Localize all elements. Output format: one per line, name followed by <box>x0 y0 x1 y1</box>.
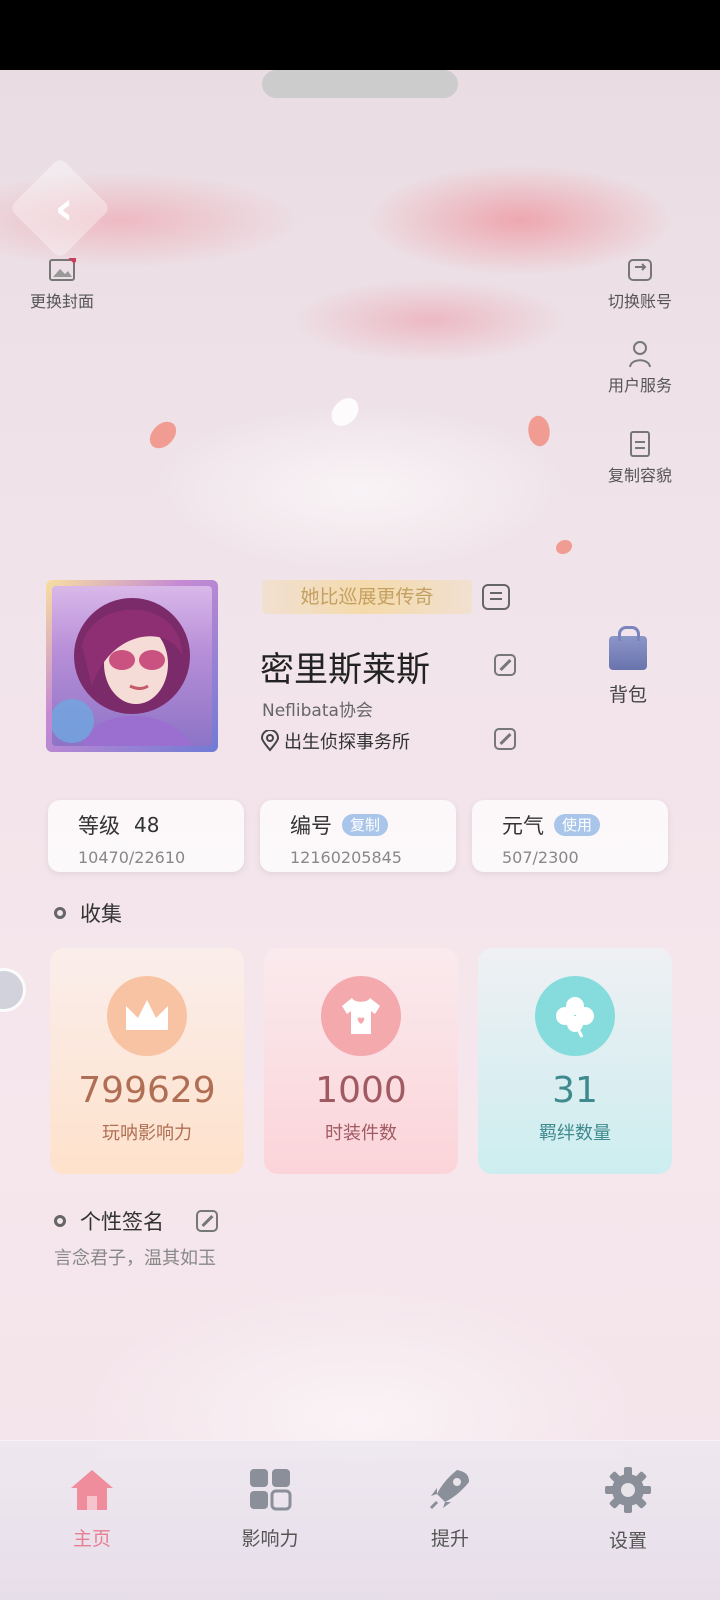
energy-card: 元气 使用 507/2300 <box>472 800 668 872</box>
bond-count-label: 羁绊数量 <box>539 1123 611 1144</box>
petal-decoration <box>326 394 364 430</box>
bag-label: 背包 <box>608 684 647 706</box>
copy-outfit-label: 复制容貌 <box>608 466 673 485</box>
status-bar <box>0 0 720 70</box>
edit-location-icon[interactable] <box>494 728 516 750</box>
bond-count-value: 31 <box>552 1070 598 1111</box>
collection-title: 收集 <box>80 902 122 926</box>
user-service-button[interactable]: 用户服务 <box>608 340 672 396</box>
rocket-icon <box>429 1470 469 1510</box>
signature-text: 言念君子，温其如玉 <box>54 1248 216 1269</box>
location-pin-icon <box>260 730 280 752</box>
level-progress: 10470/22610 <box>78 848 186 867</box>
change-cover-label: 更换封面 <box>30 292 95 311</box>
level-card: 等级 48 10470/22610 <box>48 800 244 872</box>
tab-influence-label: 影响力 <box>241 1528 299 1550</box>
level-value: 48 <box>134 813 160 837</box>
user-icon <box>625 340 655 368</box>
player-name: 密里斯莱斯 <box>260 650 430 690</box>
chat-icon[interactable] <box>482 584 510 610</box>
tshirt-icon <box>321 976 401 1056</box>
influence-card[interactable]: 799629 玩呐影响力 <box>50 948 244 1174</box>
tab-upgrade[interactable]: 提升 <box>390 1466 510 1551</box>
location-text: 出生侦探事务所 <box>284 732 410 753</box>
id-card: 编号 复制 12160205845 <box>260 800 456 872</box>
energy-label: 元气 <box>502 814 544 838</box>
collection-header: 收集 <box>54 898 122 928</box>
bag-button[interactable]: 背包 <box>600 626 656 707</box>
avatar[interactable] <box>46 580 218 752</box>
guild-name: Neflibata协会 <box>262 701 373 721</box>
use-energy-button[interactable]: 使用 <box>554 814 601 836</box>
outfit-count-label: 时装件数 <box>325 1123 397 1144</box>
bag-icon <box>609 626 647 670</box>
location-row: 出生侦探事务所 <box>260 728 410 754</box>
switch-account-label: 切换账号 <box>608 292 673 311</box>
user-service-label: 用户服务 <box>608 376 673 395</box>
id-value: 12160205845 <box>290 848 402 867</box>
change-cover-button[interactable]: 更换封面 <box>30 256 94 312</box>
petal-decoration <box>523 413 555 449</box>
signature-header: 个性签名 <box>54 1206 164 1236</box>
outfit-count-value: 1000 <box>315 1070 407 1111</box>
tab-influence[interactable]: 影响力 <box>210 1466 330 1551</box>
level-label: 等级 <box>78 814 120 838</box>
influence-label: 玩呐影响力 <box>102 1123 192 1144</box>
outfit-count-card[interactable]: 1000 时装件数 <box>264 948 458 1174</box>
id-label: 编号 <box>290 814 332 838</box>
tab-settings-label: 设置 <box>608 1530 647 1552</box>
copy-id-button[interactable]: 复制 <box>342 814 389 836</box>
document-icon <box>625 430 655 458</box>
gear-icon <box>605 1467 651 1513</box>
edit-name-icon[interactable] <box>494 654 516 676</box>
tab-home[interactable]: 主页 <box>32 1466 152 1551</box>
image-icon <box>47 256 77 284</box>
influence-value: 799629 <box>78 1070 216 1111</box>
energy-value: 507/2300 <box>502 848 579 867</box>
petal-decoration <box>145 416 181 454</box>
petal-decoration <box>556 540 572 554</box>
title-tag[interactable]: 她比巡展更传奇 <box>262 580 472 614</box>
tab-home-label: 主页 <box>72 1528 111 1550</box>
bullet-icon <box>54 1215 66 1227</box>
back-button[interactable]: ‹ <box>34 178 94 238</box>
bullet-icon <box>54 907 66 919</box>
home-icon <box>71 1470 113 1510</box>
copy-outfit-button[interactable]: 复制容貌 <box>608 430 672 486</box>
tab-upgrade-label: 提升 <box>430 1528 469 1550</box>
switch-account-button[interactable]: 切换账号 <box>608 256 672 312</box>
avatar-portrait <box>52 586 212 746</box>
tab-settings[interactable]: 设置 <box>568 1466 688 1553</box>
clover-icon <box>535 976 615 1056</box>
crown-icon <box>107 976 187 1056</box>
edit-signature-icon[interactable] <box>196 1210 218 1232</box>
switch-icon <box>625 256 655 284</box>
grid-icon <box>250 1469 292 1511</box>
system-pill <box>262 70 458 98</box>
signature-title: 个性签名 <box>80 1210 164 1234</box>
bond-count-card[interactable]: 31 羁绊数量 <box>478 948 672 1174</box>
